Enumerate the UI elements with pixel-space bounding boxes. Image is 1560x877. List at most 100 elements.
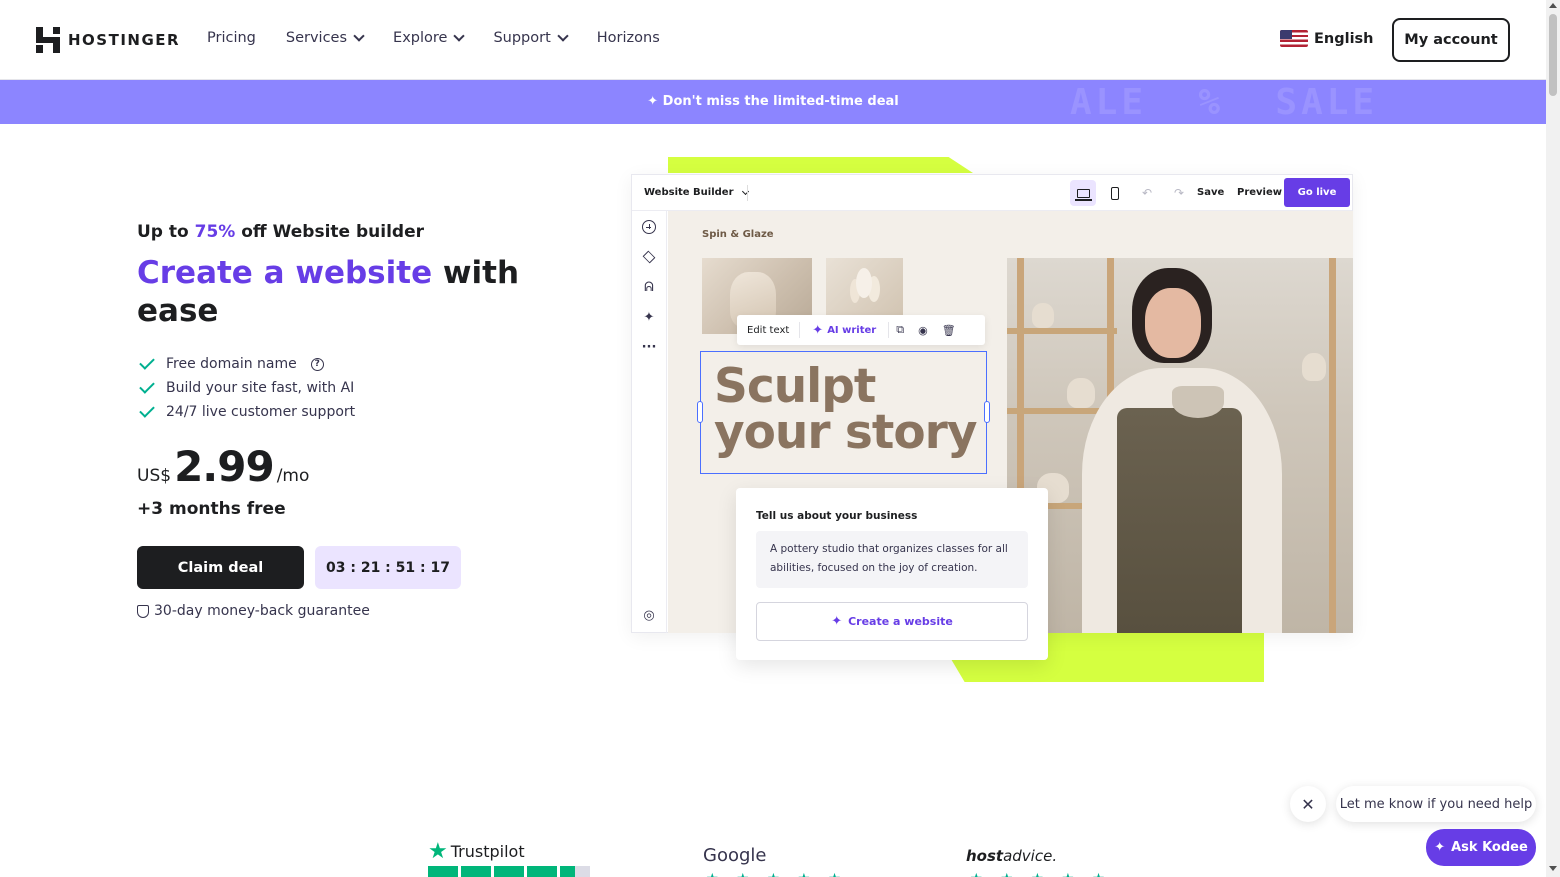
edit-text-button[interactable]: Edit text [737, 322, 801, 338]
us-flag-icon [1280, 30, 1308, 47]
styles-icon[interactable]: ᕱ [641, 279, 657, 295]
create-website-button[interactable]: ✦ Create a website [756, 602, 1028, 641]
price-currency: US$ [137, 466, 172, 486]
layers-icon[interactable] [641, 249, 657, 265]
claim-deal-button[interactable]: Claim deal [137, 546, 304, 589]
promo-text: ✦ Don't miss the limited-time deal [0, 94, 1546, 109]
trash-icon[interactable]: 🗑 [935, 324, 963, 337]
trustpilot-star-icon: ★ [428, 839, 448, 864]
google-logo[interactable]: Google [703, 845, 766, 866]
eye-icon[interactable]: ◉ [911, 324, 935, 337]
save-button[interactable]: Save [1197, 187, 1224, 198]
headline-highlight: Create a website [137, 255, 433, 291]
list-item: Free domain name? [139, 352, 355, 376]
promo-label: Don't miss the limited-time deal [662, 94, 899, 109]
trustpilot-rating [428, 866, 590, 877]
builder-title-label: Website Builder [644, 187, 734, 198]
sparkle-icon: ✦ [647, 94, 659, 109]
go-live-button[interactable]: Go live [1284, 178, 1350, 207]
page-scrollbar[interactable] [1546, 0, 1560, 877]
nav-links: Pricing Services Explore Support Horizon… [207, 30, 660, 46]
language-selector[interactable]: English [1280, 30, 1374, 47]
eyebrow-prefix: Up to [137, 222, 195, 242]
create-website-label: Create a website [848, 615, 953, 628]
hostadvice-logo[interactable]: hostadvice. [966, 847, 1057, 865]
phone-icon [1111, 186, 1119, 200]
nav-link-horizons[interactable]: Horizons [597, 30, 660, 46]
help-chat-icon[interactable]: ◎ [641, 607, 657, 623]
nav-link-pricing[interactable]: Pricing [207, 30, 256, 46]
hostadvice-host: host [966, 847, 1004, 865]
close-chat-icon[interactable]: ✕ [1290, 786, 1326, 822]
nav-link-label: Explore [393, 30, 448, 46]
nav-link-support[interactable]: Support [493, 30, 569, 46]
scroll-down-arrow-icon[interactable] [1549, 866, 1557, 871]
add-section-icon[interactable] [641, 219, 657, 235]
desktop-view-button[interactable] [1070, 180, 1096, 206]
hostinger-logo-icon [36, 27, 60, 53]
duplicate-icon[interactable]: ⧉ [889, 323, 911, 337]
list-item: Build your site fast, with AI [139, 376, 355, 400]
discount-percent: 75% [194, 222, 236, 242]
price: US$ 2.99 /mo [137, 442, 309, 491]
brand-name: HOSTINGER [68, 31, 181, 49]
feature-text: 24/7 live customer support [166, 404, 356, 420]
google-rating-stars-icon: ★★★★★ [706, 871, 859, 877]
scrollbar-thumb[interactable] [1549, 14, 1557, 96]
chat-message[interactable]: Let me know if you need help [1336, 786, 1536, 822]
mobile-view-button[interactable] [1102, 180, 1128, 206]
ai-writer-button[interactable]: ✦ AI writer [800, 322, 890, 338]
site-name: Spin & Glaze [702, 229, 774, 240]
nav-link-explore[interactable]: Explore [393, 30, 466, 46]
promo-banner[interactable]: ALE % SALE ✦ Don't miss the limited-time… [0, 80, 1546, 124]
eyebrow-suffix: off Website builder [235, 222, 424, 242]
chevron-down-icon [353, 30, 365, 42]
top-navigation: HOSTINGER Pricing Services Explore Suppo… [0, 0, 1546, 80]
resize-handle[interactable] [697, 401, 703, 423]
redo-icon[interactable]: ↷ [1166, 180, 1192, 206]
potter-photo [1007, 258, 1353, 633]
site-headline-line: your story [714, 405, 977, 460]
check-icon [139, 378, 155, 394]
preview-button[interactable]: Preview [1237, 187, 1282, 198]
more-icon[interactable]: ··· [641, 339, 657, 355]
guarantee-text: 30-day money-back guarantee [154, 603, 370, 619]
site-headline-line: Sculpt [714, 359, 876, 414]
ai-tools-icon[interactable]: ✦ [641, 309, 657, 325]
chevron-down-icon [453, 30, 466, 42]
chevron-down-icon [557, 30, 569, 42]
shield-check-icon [137, 604, 149, 618]
divider [747, 185, 748, 201]
nav-link-label: Horizons [596, 30, 660, 46]
trustpilot-logo[interactable]: ★ Trustpilot [428, 839, 525, 864]
nav-link-services[interactable]: Services [286, 30, 365, 46]
hero-headline: Create a website with ease [137, 254, 537, 330]
money-back-guarantee: 30-day money-back guarantee [137, 603, 370, 619]
feature-text: Build your site fast, with AI [166, 380, 355, 396]
site-headline[interactable]: Sculpt your story [714, 359, 977, 460]
language-label: English [1314, 30, 1374, 47]
builder-toolbar: Website Builder ↶ ↷ Save Preview Go live [632, 175, 1352, 211]
sparkle-icon: ✦ [831, 614, 843, 629]
decorative-stripe [668, 157, 973, 173]
help-icon[interactable]: ? [310, 357, 324, 371]
price-period: /mo [276, 466, 310, 486]
hostadvice-advice: advice. [1003, 847, 1058, 865]
feature-list: Free domain name? Build your site fast, … [139, 352, 356, 424]
scroll-up-arrow-icon[interactable] [1549, 3, 1557, 8]
business-prompt-title: Tell us about your business [756, 510, 918, 522]
ai-writer-label: AI writer [827, 324, 877, 336]
my-account-button[interactable]: My account [1392, 18, 1510, 62]
builder-title[interactable]: Website Builder [644, 187, 749, 198]
hostinger-logo[interactable]: HOSTINGER [36, 27, 180, 53]
sparkle-icon: ✦ [812, 322, 824, 338]
business-description-input[interactable]: A pottery studio that organizes classes … [756, 531, 1028, 588]
check-icon [139, 402, 155, 418]
ask-kodee-button[interactable]: ✦ Ask Kodee [1426, 829, 1536, 866]
trustpilot-label: Trustpilot [450, 842, 525, 861]
kodee-icon: ✦ [1434, 840, 1446, 855]
undo-icon[interactable]: ↶ [1134, 180, 1160, 206]
builder-sidebar: ᕱ ✦ ··· ◎ [632, 211, 667, 633]
resize-handle[interactable] [984, 401, 990, 423]
laptop-icon [1074, 188, 1092, 201]
